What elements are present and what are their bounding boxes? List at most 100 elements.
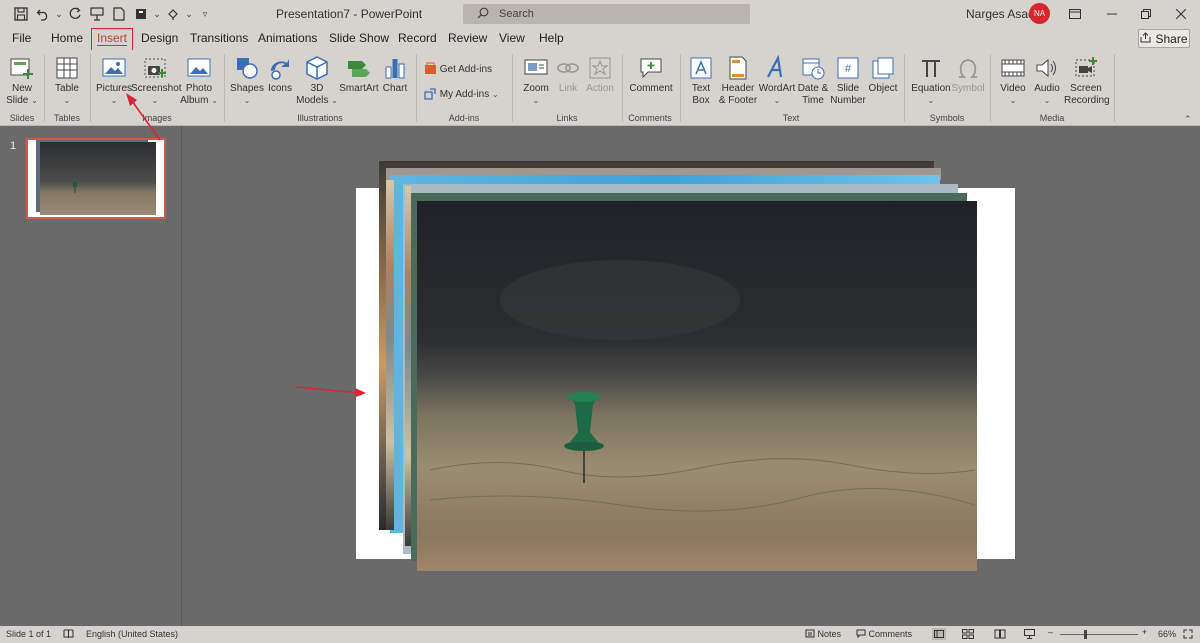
tab-home[interactable]: Home (51, 31, 83, 45)
calendar-icon (802, 58, 825, 80)
spelling-check-icon[interactable] (63, 629, 74, 641)
minimize-icon[interactable] (1097, 3, 1127, 25)
tab-animations[interactable]: Animations (258, 31, 317, 45)
save-icon[interactable] (10, 3, 32, 25)
screen-recording-button[interactable]: Screen Recording (1064, 55, 1110, 107)
icons-button[interactable]: Icons (264, 55, 296, 95)
slide-canvas[interactable] (356, 188, 1015, 559)
slide-sorter-button[interactable] (962, 629, 974, 641)
language-indicator[interactable]: English (United States) (86, 629, 178, 639)
shapes-icon (237, 58, 258, 79)
audio-label: Audio (1034, 83, 1060, 94)
3d-models-button[interactable]: 3D Models ⌄ (296, 55, 338, 107)
zoom-button[interactable]: Zoom ⌄ (518, 55, 554, 107)
zoom-label: Zoom (523, 83, 549, 94)
ribbon-display-options-icon[interactable] (1060, 3, 1090, 25)
smartart-button[interactable]: SmartArt (338, 55, 380, 95)
slide-number-button[interactable]: # Slide Number (830, 55, 866, 107)
touch-mode-dropdown-icon[interactable]: ⌄ (184, 3, 194, 25)
object-icon (872, 57, 894, 79)
tab-file[interactable]: File (12, 31, 31, 45)
annotation-arrow-to-slide (295, 386, 361, 394)
chevron-down-icon: ⌄ (773, 96, 781, 105)
zoom-in-button[interactable]: + (1142, 627, 1147, 637)
avatar[interactable]: NA (1029, 3, 1050, 24)
tab-help[interactable]: Help (539, 31, 564, 45)
tab-record[interactable]: Record (398, 31, 437, 45)
slide-count: Slide 1 of 1 (6, 629, 52, 639)
close-icon[interactable] (1166, 3, 1196, 25)
redo-icon[interactable] (64, 3, 86, 25)
share-button[interactable]: Share (1138, 29, 1190, 48)
user-name[interactable]: Narges Asadi (966, 7, 1037, 21)
date-time-button[interactable]: Date & Time (796, 55, 830, 107)
comments-button[interactable]: Comments (856, 629, 912, 639)
new-slide-label-1: New (11, 83, 32, 94)
tab-slide-show[interactable]: Slide Show (329, 31, 389, 45)
group-label-illustrations: Illustrations (297, 113, 343, 123)
zoom-slider-thumb[interactable] (1084, 630, 1087, 639)
new-slide-button[interactable]: New Slide ⌄ (4, 55, 40, 107)
chevron-down-icon: ⌄ (331, 96, 338, 105)
wordart-icon (767, 55, 783, 78)
pictures-label: Pictures (95, 83, 133, 94)
chevron-down-icon: ⌄ (492, 90, 499, 99)
collapse-ribbon-icon[interactable]: ⌃ (1184, 114, 1192, 125)
chevron-down-icon: ⌄ (243, 96, 251, 105)
equation-button[interactable]: Equation ⌄ (910, 55, 952, 107)
slide-show-button[interactable] (1024, 629, 1035, 641)
chevron-down-icon: ⌄ (532, 96, 540, 105)
video-button[interactable]: Video ⌄ (996, 55, 1030, 107)
restore-icon[interactable] (1131, 3, 1161, 25)
text-box-button[interactable]: Text Box (686, 55, 716, 107)
chevron-down-icon: ⌄ (1009, 96, 1017, 105)
slide-thumbnail[interactable] (26, 138, 166, 219)
photo-album-icon (187, 58, 211, 77)
get-addins-button[interactable]: Get Add-ins (424, 62, 514, 76)
undo-icon[interactable] (32, 3, 54, 25)
wordart-button[interactable]: WordArt ⌄ (758, 55, 796, 107)
reading-view-button[interactable] (994, 629, 1006, 641)
shapes-button[interactable]: Shapes ⌄ (230, 55, 264, 107)
notes-button[interactable]: Notes (805, 629, 841, 639)
screenshot-button[interactable]: Screenshot ⌄ (131, 55, 182, 107)
search-box[interactable]: Search (463, 4, 750, 24)
object-button[interactable]: Object (866, 55, 900, 95)
photo-album-button[interactable]: Photo Album ⌄ (180, 55, 218, 107)
insert-tab-highlight-box (91, 28, 133, 51)
tab-view[interactable]: View (499, 31, 525, 45)
table-button[interactable]: Table ⌄ (50, 55, 84, 107)
zoom-out-button[interactable]: – (1048, 627, 1053, 637)
header-footer-label-2: & Footer (718, 95, 758, 106)
zoom-level[interactable]: 66% (1158, 629, 1176, 639)
zoom-slider[interactable] (1060, 634, 1138, 635)
header-footer-button[interactable]: Header & Footer (716, 55, 760, 107)
text-box-label-2: Box (692, 95, 710, 106)
chevron-down-icon: ⌄ (211, 96, 218, 105)
present-from-beginning-icon[interactable] (86, 3, 108, 25)
tab-review[interactable]: Review (448, 31, 487, 45)
link-button[interactable]: Link (554, 55, 582, 95)
action-button[interactable]: Action (584, 55, 616, 95)
comment-button[interactable]: Comment (628, 55, 674, 95)
pictures-button[interactable]: Pictures ⌄ (95, 55, 133, 107)
touch-mode-icon[interactable] (162, 3, 184, 25)
group-divider (224, 54, 225, 122)
normal-view-button[interactable] (932, 628, 946, 640)
slide-layout-icon[interactable] (130, 3, 152, 25)
my-addins-button[interactable]: My Add-ins ⌄ (424, 87, 514, 101)
audio-button[interactable]: Audio ⌄ (1030, 55, 1064, 107)
new-file-icon[interactable] (108, 3, 130, 25)
slide-thumbnail-number: 1 (10, 140, 17, 152)
tab-transitions[interactable]: Transitions (190, 31, 248, 45)
tab-design[interactable]: Design (141, 31, 178, 45)
fit-slide-button[interactable] (1183, 629, 1193, 641)
chart-button[interactable]: Chart (380, 55, 410, 95)
layout-dropdown-icon[interactable]: ⌄ (152, 3, 162, 25)
group-label-comments: Comments (628, 113, 672, 123)
customize-toolbar-icon[interactable]: ▿ (200, 3, 210, 25)
cube-icon (306, 56, 328, 80)
symbol-button[interactable]: Symbol (950, 55, 986, 95)
undo-dropdown-icon[interactable]: ⌄ (54, 3, 64, 25)
icons-icon (271, 59, 289, 80)
